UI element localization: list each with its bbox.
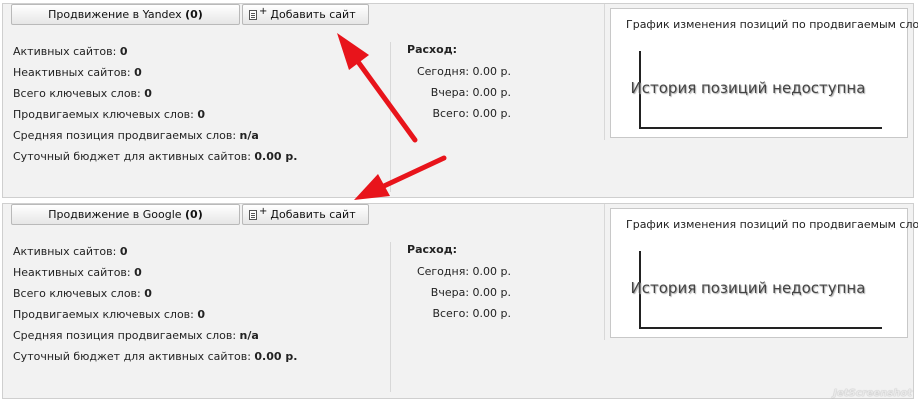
watermark: JetScreenshot <box>833 388 912 399</box>
annotation-arrows <box>337 33 447 200</box>
arrow-down-icon <box>354 155 447 200</box>
arrow-up-icon <box>337 33 418 143</box>
